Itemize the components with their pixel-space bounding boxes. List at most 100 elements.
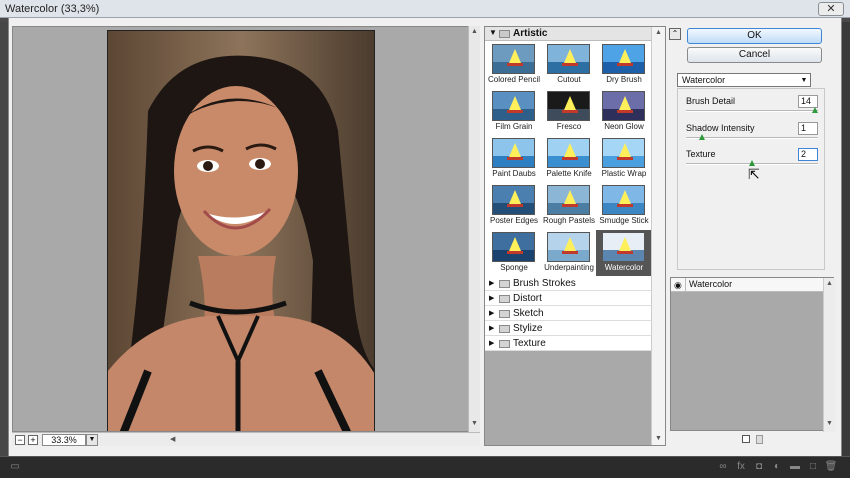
folder-icon xyxy=(499,340,510,348)
dry-brush-thumb-icon xyxy=(602,44,645,74)
zoom-in-button[interactable]: + xyxy=(28,435,38,445)
layers-scrollbar[interactable]: ▲ ▼ xyxy=(823,278,835,432)
param-slider[interactable] xyxy=(686,134,818,140)
filter-film-grain[interactable]: Film Grain xyxy=(486,89,542,135)
palette-knife-thumb-icon xyxy=(547,138,590,168)
slider-knob-icon[interactable] xyxy=(698,134,705,140)
zoom-out-button[interactable]: − xyxy=(15,435,25,445)
ok-button[interactable]: OK xyxy=(687,28,822,44)
close-icon[interactable]: ✕ xyxy=(818,2,844,16)
slider-knob-icon[interactable] xyxy=(812,107,818,113)
filter-gallery-dialog: Watercolor (33,3%) ✕ ▲ ▼ − + 33.3% ▼ ◀ ▼… xyxy=(0,0,850,456)
filter-sponge[interactable]: Sponge xyxy=(486,230,542,276)
watercolor-thumb-icon xyxy=(602,232,645,262)
colored-pencil-thumb-icon xyxy=(492,44,535,74)
category-artistic[interactable]: ▼ Artistic xyxy=(485,27,651,41)
title-bar: Watercolor (33,3%) ✕ xyxy=(0,0,850,18)
filter-palette-knife[interactable]: Palette Knife xyxy=(541,136,597,182)
preview-canvas[interactable] xyxy=(12,26,476,432)
filter-cutout[interactable]: Cutout xyxy=(541,42,597,88)
category-label: Texture xyxy=(513,338,546,349)
link-layers-icon[interactable]: ∞ xyxy=(716,461,730,473)
expanded-triangle-icon: ▼ xyxy=(489,28,497,37)
gallery-scrollbar[interactable]: ▲ ▼ xyxy=(651,27,665,445)
plastic-wrap-thumb-icon xyxy=(602,138,645,168)
param-slider[interactable] xyxy=(686,160,818,166)
filter-select[interactable]: Watercolor ▼ xyxy=(677,73,811,87)
folder-icon[interactable]: ▬ xyxy=(788,461,802,473)
param-label: Texture xyxy=(686,149,716,159)
filter-fresco[interactable]: Fresco xyxy=(541,89,597,135)
folder-icon xyxy=(499,280,510,288)
fx-icon[interactable]: fx xyxy=(734,461,748,473)
mask-icon[interactable]: ◘ xyxy=(752,461,766,473)
scroll-left-icon[interactable]: ◀ xyxy=(170,435,175,443)
app-bottom-bar: ▭ ∞ fx ◘ ◐ ▬ □ 🗑 xyxy=(0,456,850,478)
scroll-up-icon[interactable]: ▲ xyxy=(471,28,478,35)
param-slider[interactable] xyxy=(686,107,818,113)
category-texture[interactable]: ▶ Texture xyxy=(485,337,651,351)
category-label: Stylize xyxy=(513,323,543,334)
filter-label: Sponge xyxy=(500,263,528,272)
category-brush-strokes[interactable]: ▶ Brush Strokes xyxy=(485,277,651,291)
filter-paint-daubs[interactable]: Paint Daubs xyxy=(486,136,542,182)
scroll-down-icon[interactable]: ▼ xyxy=(655,435,662,442)
paint-daubs-thumb-icon xyxy=(492,138,535,168)
fresco-thumb-icon xyxy=(547,91,590,121)
filter-colored-pencil[interactable]: Colored Pencil xyxy=(486,42,542,88)
filter-gallery: ▼ Artistic Colored Pencil Cutout Dry Brush… xyxy=(484,26,666,446)
preview-image xyxy=(107,30,375,431)
filter-label: Plastic Wrap xyxy=(601,169,647,178)
collapsed-triangle-icon: ▶ xyxy=(489,340,495,347)
mouse-cursor-icon: ⇱ xyxy=(748,166,760,182)
filter-rough-pastels[interactable]: Rough Pastels xyxy=(541,183,597,229)
screen-mode-icon[interactable]: ▭ xyxy=(8,461,22,473)
cancel-button[interactable]: Cancel xyxy=(687,47,822,63)
folder-icon xyxy=(499,325,510,333)
param-value-field[interactable]: 2 xyxy=(798,148,818,161)
filter-label: Neon Glow xyxy=(604,122,644,131)
adjustment-icon[interactable]: ◐ xyxy=(770,461,784,473)
rough-pastels-thumb-icon xyxy=(547,185,590,215)
category-stylize[interactable]: ▶ Stylize xyxy=(485,322,651,336)
filter-dry-brush[interactable]: Dry Brush xyxy=(596,42,652,88)
divider xyxy=(685,278,686,292)
eye-icon[interactable]: ◉ xyxy=(674,280,682,291)
filter-neon-glow[interactable]: Neon Glow xyxy=(596,89,652,135)
filter-watercolor[interactable]: Watercolor xyxy=(596,230,652,276)
scroll-up-icon[interactable]: ▲ xyxy=(655,29,662,36)
category-sketch[interactable]: ▶ Sketch xyxy=(485,307,651,321)
collapsed-triangle-icon: ▶ xyxy=(489,295,495,302)
zoom-dropdown-button[interactable]: ▼ xyxy=(86,434,98,446)
category-distort[interactable]: ▶ Distort xyxy=(485,292,651,306)
param-value-field[interactable]: 1 xyxy=(798,122,818,135)
chevron-down-icon: ▼ xyxy=(800,77,808,84)
filter-label: Smudge Stick xyxy=(599,216,649,225)
collapsed-triangle-icon: ▶ xyxy=(489,325,495,332)
underpainting-thumb-icon xyxy=(547,232,590,262)
collapsed-triangle-icon: ▶ xyxy=(489,280,495,287)
collapse-gallery-button[interactable]: ⌃ xyxy=(669,28,681,40)
new-effect-layer-icon[interactable] xyxy=(742,435,750,443)
effect-layer-name: Watercolor xyxy=(689,279,733,289)
scroll-up-icon[interactable]: ▲ xyxy=(826,280,833,287)
zoom-level-field[interactable]: 33.3% xyxy=(42,434,86,446)
effect-layer-row[interactable]: ◉ Watercolor xyxy=(671,278,823,292)
delete-effect-layer-icon[interactable] xyxy=(756,435,763,444)
filter-label: Palette Knife xyxy=(546,169,592,178)
preview-zoom-bar: − + 33.3% ▼ ◀ xyxy=(12,432,480,446)
neon-glow-thumb-icon xyxy=(602,91,645,121)
cutout-thumb-icon xyxy=(547,44,590,74)
param-label: Brush Detail xyxy=(686,96,736,106)
trash-icon[interactable]: 🗑 xyxy=(824,461,838,473)
filter-poster-edges[interactable]: Poster Edges xyxy=(486,183,542,229)
effect-layers-panel: ◉ Watercolor ▲ ▼ xyxy=(670,277,835,432)
scroll-down-icon[interactable]: ▼ xyxy=(826,420,833,427)
filter-plastic-wrap[interactable]: Plastic Wrap xyxy=(596,136,652,182)
filter-underpainting[interactable]: Underpainting xyxy=(541,230,597,276)
preview-vertical-scrollbar[interactable]: ▲ ▼ xyxy=(468,26,480,432)
filter-smudge-stick[interactable]: Smudge Stick xyxy=(596,183,652,229)
scroll-down-icon[interactable]: ▼ xyxy=(471,420,478,427)
new-layer-app-icon[interactable]: □ xyxy=(806,461,820,473)
filter-label: Paint Daubs xyxy=(492,169,536,178)
